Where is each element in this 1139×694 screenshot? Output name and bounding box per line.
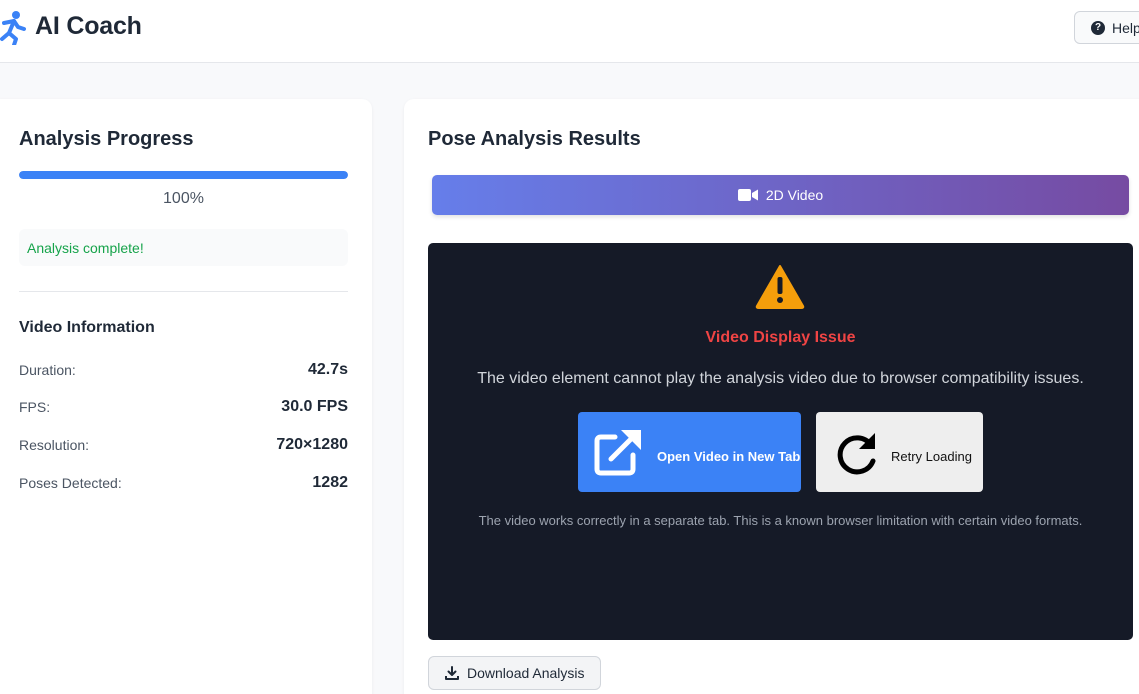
app-header: AI Coach ? Help	[0, 0, 1139, 63]
progress-bar-fill	[19, 171, 348, 179]
progress-bar	[19, 171, 348, 179]
retry-button-label: Retry Loading	[891, 448, 972, 464]
progress-title: Analysis Progress	[19, 128, 194, 150]
info-label: Resolution:	[19, 437, 90, 453]
external-link-icon	[594, 430, 641, 476]
download-label: Download Analysis	[467, 665, 585, 681]
help-label: Help	[1112, 19, 1139, 36]
info-value: 42.7s	[307, 361, 348, 378]
tab-label: 2D Video	[765, 187, 824, 203]
video-player-area: Video Display Issue The video element ca…	[428, 243, 1133, 640]
warning-triangle-icon	[755, 265, 805, 309]
info-value: 1282	[312, 474, 348, 491]
help-button[interactable]: ? Help	[1074, 11, 1139, 44]
info-label: Duration:	[19, 362, 76, 378]
tab-2d-video[interactable]: 2D Video	[432, 175, 1129, 215]
info-label: Poses Detected:	[19, 475, 122, 491]
retry-loading-button[interactable]: Retry Loading	[816, 412, 983, 492]
question-circle-icon: ?	[1091, 20, 1105, 35]
info-row-resolution: Resolution: 720×1280	[19, 434, 348, 456]
app-title: AI Coach	[35, 12, 142, 40]
info-value: 30.0 FPS	[281, 398, 348, 415]
running-person-icon	[0, 11, 26, 45]
video-info-title: Video Information	[19, 319, 155, 336]
info-row-fps: FPS: 30.0 FPS	[19, 396, 348, 418]
compatibility-note: The video works correctly in a separate …	[478, 513, 1083, 528]
info-row-duration: Duration: 42.7s	[19, 359, 348, 381]
divider	[19, 291, 348, 292]
redo-icon	[837, 433, 876, 475]
status-message: Analysis complete!	[19, 229, 348, 266]
open-button-label: Open Video in New Tab	[657, 448, 801, 464]
download-icon	[445, 666, 459, 680]
info-row-poses: Poses Detected: 1282	[19, 472, 348, 494]
video-camera-icon	[737, 189, 758, 201]
analysis-progress-panel: Analysis Progress 100% Analysis complete…	[0, 99, 372, 694]
info-label: FPS:	[19, 399, 51, 415]
open-video-new-tab-button[interactable]: Open Video in New Tab	[578, 412, 801, 492]
issue-description: The video element cannot play the analys…	[477, 370, 1084, 387]
results-title: Pose Analysis Results	[428, 128, 641, 150]
pose-results-panel: Pose Analysis Results 2D Video Video Dis…	[404, 99, 1139, 694]
progress-percent: 100%	[163, 190, 204, 207]
issue-title: Video Display Issue	[705, 329, 856, 346]
download-analysis-button[interactable]: Download Analysis	[428, 656, 601, 690]
info-value: 720×1280	[276, 436, 348, 453]
